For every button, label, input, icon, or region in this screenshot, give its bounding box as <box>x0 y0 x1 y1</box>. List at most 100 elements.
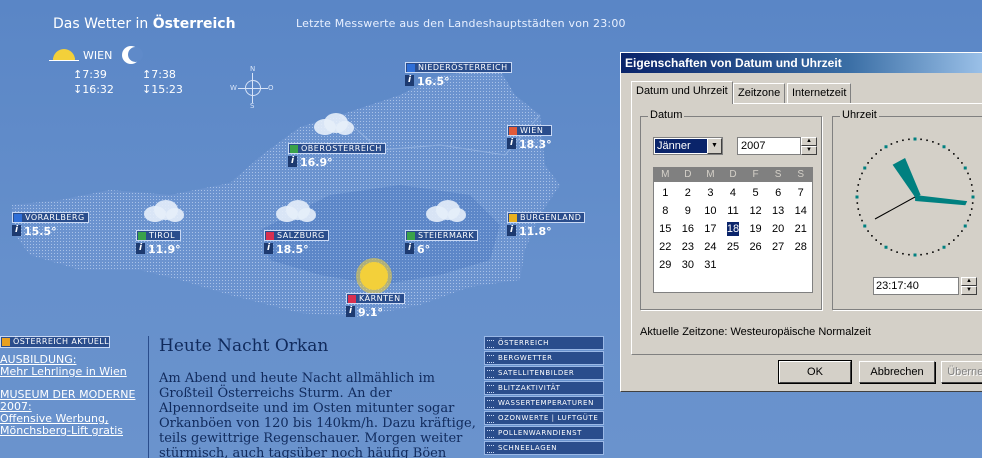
station-salzburg[interactable]: SALZBURG 18.5° <box>264 230 329 256</box>
station-name[interactable]: OBERÖSTERREICH <box>288 143 386 154</box>
spin-up-icon[interactable]: ▲ <box>801 137 817 146</box>
dialog-title-bar[interactable]: Eigenschaften von Datum und Uhrzeit <box>621 53 982 73</box>
clock-tick <box>953 153 955 155</box>
clock-tick <box>908 253 910 256</box>
nav-schneelagen[interactable]: SCHNEELAGEN <box>484 441 604 455</box>
nav-bergwetter[interactable]: BERGWETTER <box>484 351 604 365</box>
nav-satellitenbilder[interactable]: SATELLITENBILDER <box>484 366 604 380</box>
station-name[interactable]: WIEN <box>507 125 552 136</box>
calendar-day[interactable]: 24 <box>699 238 722 256</box>
nav-blitzaktivitaet[interactable]: BLITZAKTIVITÄT <box>484 381 604 395</box>
time-group: Uhrzeit 23:17:40 ▲ ▼ <box>832 109 982 310</box>
clock-tick <box>932 251 934 253</box>
station-burgenland[interactable]: BURGENLAND 11.8° <box>507 212 586 238</box>
calendar-day[interactable]: 17 <box>699 220 722 238</box>
news-link-lift[interactable]: Mönchsberg-Lift gratis <box>0 425 123 437</box>
nav-pollenwarndienst[interactable]: POLLENWARNDIENST <box>484 426 604 440</box>
chevron-down-icon[interactable]: ▼ <box>707 138 722 154</box>
article-title[interactable]: Heute Nacht Orkan <box>159 336 328 356</box>
station-name[interactable]: BURGENLAND <box>507 212 586 223</box>
spin-down-icon[interactable]: ▼ <box>961 286 977 295</box>
calendar-day[interactable]: 1 <box>654 184 677 202</box>
calendar-day[interactable]: 26 <box>744 238 767 256</box>
station-wien[interactable]: WIEN 18.3° <box>507 125 552 151</box>
calendar-day[interactable]: 10 <box>699 202 722 220</box>
spin-down-icon[interactable]: ▼ <box>801 146 817 155</box>
calendar-day[interactable]: 20 <box>767 220 790 238</box>
calendar-day[interactable]: 18 <box>726 222 740 236</box>
clock-tick <box>884 245 888 249</box>
time-group-label: Uhrzeit <box>840 109 879 121</box>
calendar-day[interactable]: 11 <box>722 202 745 220</box>
austria-map[interactable] <box>0 55 620 335</box>
station-vorarlberg[interactable]: VORARLBERG 15.5° <box>12 212 89 238</box>
station-steiermark[interactable]: STEIERMARK 6° <box>405 230 479 256</box>
article-divider <box>148 336 149 458</box>
station-name[interactable]: VORARLBERG <box>12 212 89 223</box>
clock-tick <box>857 208 860 210</box>
calendar-day[interactable]: 21 <box>789 220 812 238</box>
station-niederoesterreich[interactable]: NIEDERÖSTERREICH 16.5° <box>405 62 512 88</box>
calendar-day[interactable]: 12 <box>744 202 767 220</box>
calendar-day[interactable]: 9 <box>677 202 700 220</box>
cancel-button[interactable]: Abbrechen <box>859 361 935 383</box>
station-oberoesterreich[interactable]: OBERÖSTERREICH 16.9° <box>288 143 386 169</box>
nav-oesterreich[interactable]: ÖSTERREICH <box>484 336 604 350</box>
calendar-weekday: M <box>661 169 670 180</box>
calendar-day[interactable]: 15 <box>654 220 677 238</box>
year-field[interactable]: 2007 <box>737 137 801 155</box>
calendar-day[interactable]: 19 <box>744 220 767 238</box>
tab-zeitzone[interactable]: Zeitzone <box>733 83 786 103</box>
station-name[interactable]: SALZBURG <box>264 230 329 241</box>
calendar-day[interactable]: 7 <box>789 184 812 202</box>
article-body: Am Abend und heute Nacht allmählich im G… <box>159 371 476 458</box>
time-field[interactable]: 23:17:40 <box>873 277 959 295</box>
tab-datum-und-uhrzeit[interactable]: Datum und Uhrzeit <box>631 81 733 104</box>
year-spinner[interactable]: ▲ ▼ <box>801 137 817 155</box>
ok-button[interactable]: OK <box>778 360 852 384</box>
clock-minute-hand <box>914 195 968 206</box>
calendar-day[interactable]: 25 <box>722 238 745 256</box>
nav-ozonwerte[interactable]: OZONWERTE | LUFTGÜTE <box>484 411 604 425</box>
news-link-lehrlinge[interactable]: Mehr Lehrlinge in Wien <box>0 366 127 378</box>
clock-tick <box>970 208 973 210</box>
clock-tick <box>969 214 971 216</box>
calendar-day[interactable]: 23 <box>677 238 700 256</box>
calendar-day[interactable]: 13 <box>767 202 790 220</box>
nav-wassertemperaturen[interactable]: WASSERTEMPERATUREN <box>484 396 604 410</box>
clock-tick <box>963 166 967 170</box>
calendar-day[interactable]: 6 <box>767 184 790 202</box>
calendar-day[interactable]: 5 <box>744 184 767 202</box>
calendar-day[interactable]: 30 <box>677 256 700 274</box>
calendar-day[interactable]: 4 <box>722 184 745 202</box>
station-name[interactable]: STEIERMARK <box>405 230 479 241</box>
calendar-day[interactable]: 14 <box>789 202 812 220</box>
station-name[interactable]: KÄRNTEN <box>346 293 405 304</box>
station-name[interactable]: TIROL <box>136 230 181 241</box>
station-tirol[interactable]: TIROL 11.9° <box>136 230 181 256</box>
calendar-day[interactable]: 29 <box>654 256 677 274</box>
calendar-day[interactable]: 2 <box>677 184 700 202</box>
calendar-day[interactable]: 28 <box>789 238 812 256</box>
calendar-day[interactable]: 8 <box>654 202 677 220</box>
clock-tick <box>863 224 867 228</box>
station-kaernten[interactable]: KÄRNTEN 9.1° <box>346 293 405 319</box>
station-name[interactable]: NIEDERÖSTERREICH <box>405 62 512 73</box>
month-select[interactable]: Jänner ▼ <box>653 137 723 155</box>
clock-tick <box>867 230 869 232</box>
apply-button[interactable]: Übernehmen <box>941 361 982 383</box>
time-spinner[interactable]: ▲ ▼ <box>961 277 977 295</box>
calendar-day[interactable]: 27 <box>767 238 790 256</box>
station-temp: 16.5° <box>405 75 512 88</box>
calendar-day[interactable]: 31 <box>699 256 722 274</box>
spin-up-icon[interactable]: ▲ <box>961 277 977 286</box>
map-austria-shape <box>12 70 560 317</box>
weather-nav-menu: ÖSTERREICH BERGWETTER SATELLITENBILDER B… <box>484 336 604 456</box>
tab-internetzeit[interactable]: Internetzeit <box>787 83 852 103</box>
clock-tick <box>971 202 974 204</box>
calendar-day[interactable]: 16 <box>677 220 700 238</box>
calendar-day[interactable]: 3 <box>699 184 722 202</box>
oesterreich-aktuell-header[interactable]: ÖSTERREICH AKTUELL <box>0 336 110 348</box>
calendar-day[interactable]: 22 <box>654 238 677 256</box>
calendar-weekday: D <box>729 169 737 180</box>
